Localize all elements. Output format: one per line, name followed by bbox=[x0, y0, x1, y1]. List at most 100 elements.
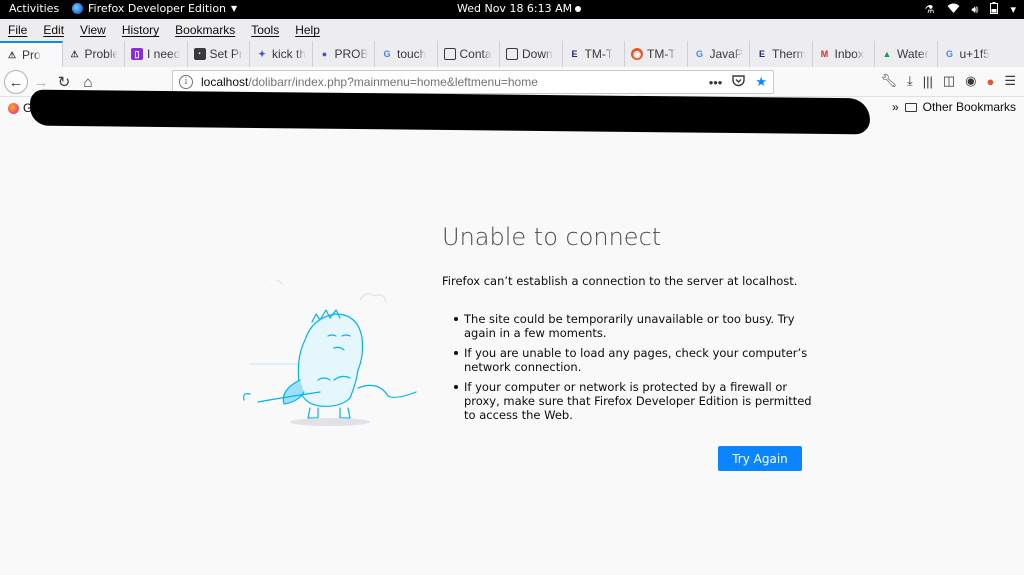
tab-label: u+1f5 bbox=[959, 47, 990, 61]
tab-active[interactable]: ⚠ Pro bbox=[0, 41, 63, 67]
tab[interactable]: M Inbox bbox=[813, 41, 875, 67]
tab[interactable]: ✦ kick th bbox=[250, 41, 313, 67]
clock-text: Wed Nov 18 6:13 AM bbox=[457, 2, 573, 15]
firefox-icon bbox=[8, 102, 19, 114]
tab-label: Water bbox=[897, 47, 929, 61]
url-bar[interactable]: i localhost/dolibarr/index.php?mainmenu=… bbox=[172, 70, 774, 94]
google-icon: G bbox=[383, 49, 391, 59]
tab[interactable]: Conta bbox=[438, 41, 500, 67]
tab[interactable]: ▪ Set Pr bbox=[188, 41, 250, 67]
info-icon[interactable]: i bbox=[179, 75, 193, 89]
menu-bookmarks[interactable]: Bookmarks bbox=[175, 23, 235, 37]
page-icon bbox=[443, 48, 456, 60]
reload-icon: ↻ bbox=[57, 74, 71, 91]
folder-icon bbox=[904, 102, 917, 112]
other-bookmarks-label: Other Bookmarks bbox=[922, 100, 1016, 114]
hamburger-menu-icon[interactable]: ☰ bbox=[1004, 73, 1016, 89]
download-icon[interactable]: ⤓ bbox=[907, 73, 913, 89]
tab[interactable]: ● PROB bbox=[313, 41, 375, 67]
volume-icon: 🔊︎ bbox=[971, 2, 979, 16]
duckduckgo-extension-icon[interactable]: ● bbox=[986, 74, 994, 89]
e-icon: E bbox=[571, 49, 578, 59]
tab[interactable]: E TM-T bbox=[563, 41, 625, 67]
tab[interactable]: ⚠ Proble bbox=[63, 41, 125, 67]
toolbar-right: 🔧︎ ⤓ ||| ◫ ◉ ● ☰ bbox=[880, 73, 1016, 89]
page-actions-icon[interactable]: ••• bbox=[709, 75, 723, 90]
warning-icon: ⚠ bbox=[7, 49, 17, 60]
firefox-icon bbox=[72, 3, 83, 14]
dinosaur-illustration-icon bbox=[243, 280, 417, 426]
tab-label: Set Pr bbox=[209, 47, 243, 61]
menu-bar: File Edit View History Bookmarks Tools H… bbox=[0, 19, 1024, 41]
e-icon: E bbox=[758, 49, 765, 59]
url-host: localhost bbox=[201, 75, 249, 89]
google-icon: G bbox=[695, 49, 703, 59]
url-path: /dolibarr/index.php?mainmenu=home&leftme… bbox=[248, 75, 538, 89]
list-item: The site could be temporarily unavailabl… bbox=[454, 312, 814, 340]
notification-dot-icon bbox=[575, 6, 582, 12]
menu-tools[interactable]: Tools bbox=[251, 23, 279, 37]
tab[interactable]: Gu+1f5 bbox=[938, 41, 1001, 67]
error-title: Unable to connect bbox=[442, 223, 662, 251]
menu-help[interactable]: Help bbox=[295, 23, 320, 37]
tab[interactable]: Down bbox=[500, 41, 563, 67]
library-icon[interactable]: ||| bbox=[923, 74, 933, 89]
redaction-scribble bbox=[29, 89, 871, 135]
page-icon bbox=[506, 48, 518, 60]
tab-label: I need bbox=[147, 47, 181, 61]
tab-label: TM-T bbox=[647, 47, 676, 61]
error-description: Firefox can’t establish a connection to … bbox=[442, 274, 798, 288]
google-icon: G bbox=[945, 49, 953, 59]
dots-icon: ● bbox=[321, 49, 328, 59]
tab-label: touch bbox=[397, 47, 427, 61]
list-item: If you are unable to load any pages, che… bbox=[454, 346, 814, 374]
gmail-icon: M bbox=[820, 49, 829, 59]
tab[interactable]: ◉ TM-T bbox=[625, 41, 688, 67]
clock[interactable]: Wed Nov 18 6:13 AM bbox=[457, 2, 582, 15]
chevron-down-icon: ▼ bbox=[231, 4, 238, 13]
tab[interactable]: Gtouch bbox=[375, 41, 438, 67]
menu-history[interactable]: History bbox=[122, 23, 159, 37]
tab-label: Conta bbox=[459, 47, 492, 61]
menu-file[interactable]: File bbox=[8, 23, 27, 37]
dark-square-icon: ▪ bbox=[193, 48, 206, 60]
wrench-icon[interactable]: 🔧︎ bbox=[880, 73, 897, 89]
other-bookmarks[interactable]: » Other Bookmarks bbox=[892, 100, 1016, 114]
power-menu-chevron-icon: ▾ bbox=[1010, 3, 1016, 16]
home-icon: ⌂ bbox=[83, 73, 93, 91]
drive-icon: ▲ bbox=[882, 49, 892, 59]
app-menu[interactable]: Firefox Developer Edition ▼ bbox=[72, 2, 237, 15]
tab-label: Therm bbox=[772, 47, 806, 61]
arrow-right-icon: → bbox=[33, 73, 49, 91]
battery-icon bbox=[990, 2, 999, 17]
back-button[interactable]: ← bbox=[4, 70, 28, 94]
tab-strip: ⚠ Pro ⚠ Proble ▯ I need ▪ Set Pr ✦ kick th ● P… bbox=[0, 41, 1024, 67]
menu-edit[interactable]: Edit bbox=[43, 23, 64, 37]
tab-label: Proble bbox=[84, 47, 119, 61]
activities-button[interactable]: Activities bbox=[9, 2, 59, 15]
pocket-icon[interactable] bbox=[732, 74, 746, 90]
overflow-chevron-icon[interactable]: » bbox=[892, 100, 899, 114]
tab[interactable]: E Therm bbox=[750, 41, 813, 67]
purple-square-icon: ▯ bbox=[131, 48, 143, 60]
tab-label: kick th bbox=[272, 47, 306, 61]
tab[interactable]: ▲ Water bbox=[875, 41, 938, 67]
tab-label: TM-T bbox=[584, 47, 614, 61]
tab[interactable]: G JavaP bbox=[688, 41, 750, 67]
try-again-button[interactable]: Try Again bbox=[718, 446, 802, 471]
tab-label: Pro bbox=[22, 48, 41, 62]
tab-label: Down bbox=[522, 47, 553, 61]
tab[interactable]: ▯ I need bbox=[125, 41, 188, 67]
kick-icon: ✦ bbox=[258, 48, 266, 59]
bookmark-star-icon[interactable]: ★ bbox=[755, 74, 767, 90]
wifi-icon bbox=[947, 3, 960, 17]
tab-label: JavaP bbox=[709, 47, 743, 61]
arrow-left-icon: ← bbox=[8, 73, 24, 91]
menu-view[interactable]: View bbox=[80, 23, 106, 37]
sidebar-icon[interactable]: ◫ bbox=[943, 73, 955, 89]
duckduckgo-icon: ◉ bbox=[631, 48, 643, 60]
system-tray[interactable]: ⚗ 🔊︎ ▾ bbox=[925, 2, 1016, 17]
account-icon[interactable]: ◉ bbox=[965, 73, 976, 89]
tab-label: PROB bbox=[334, 47, 369, 61]
tab-label: Inbox bbox=[834, 47, 864, 61]
